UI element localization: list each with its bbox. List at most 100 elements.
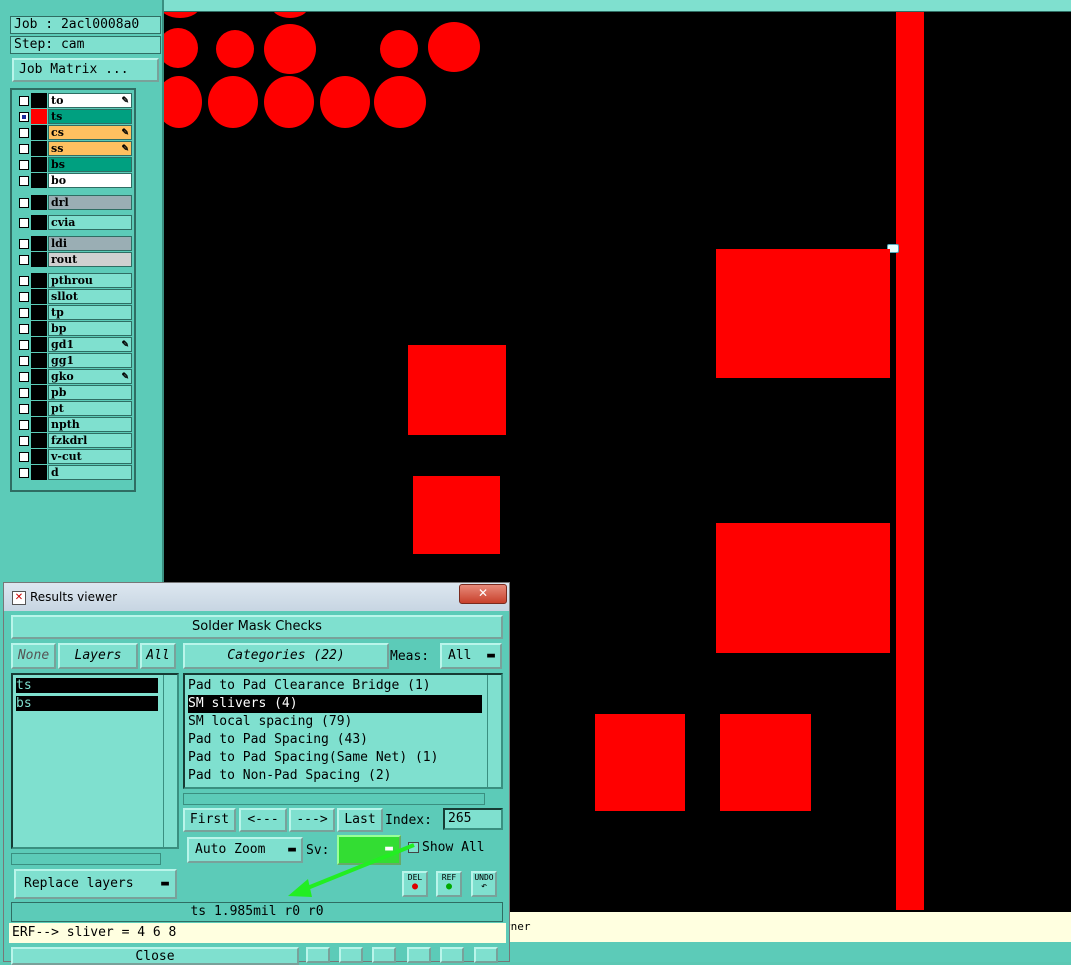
layer-name[interactable]: npth <box>48 417 132 432</box>
layer-name[interactable]: cvia <box>48 215 132 230</box>
layer-checkbox[interactable] <box>19 239 29 249</box>
layer-color-swatch[interactable] <box>31 385 47 400</box>
layer-row-rout[interactable]: rout <box>14 252 132 267</box>
job-matrix-button[interactable]: Job Matrix ... <box>12 58 159 82</box>
layer-row-to[interactable]: to ✎ <box>14 93 132 108</box>
layer-name[interactable]: ss ✎ <box>48 141 132 156</box>
layer-row-gko[interactable]: gko ✎ <box>14 369 132 384</box>
layer-name[interactable]: fzkdrl <box>48 433 132 448</box>
last-button[interactable]: Last <box>337 808 383 832</box>
layer-name[interactable]: d <box>48 465 132 480</box>
category-item[interactable]: Pad to Pad Spacing (43) <box>188 731 368 749</box>
layer-color-swatch[interactable] <box>31 273 47 288</box>
layer-row-pt[interactable]: pt <box>14 401 132 416</box>
tool-icon-6[interactable] <box>474 947 498 963</box>
layer-checkbox[interactable] <box>19 404 29 414</box>
layer-checkbox[interactable] <box>19 255 29 265</box>
layer-row-bo[interactable]: bo <box>14 173 132 188</box>
layer-checkbox[interactable] <box>19 128 29 138</box>
result-layer-item[interactable]: bs <box>16 696 158 711</box>
layer-color-swatch[interactable] <box>31 109 47 124</box>
layer-row-drl[interactable]: drl <box>14 195 132 210</box>
layer-row-ts[interactable]: ts <box>14 109 132 124</box>
layer-color-swatch[interactable] <box>31 305 47 320</box>
layer-checkbox[interactable] <box>19 218 29 228</box>
layers-button[interactable]: Layers <box>58 643 138 669</box>
layer-checkbox[interactable] <box>19 340 29 350</box>
layer-row-gg1[interactable]: gg1 <box>14 353 132 368</box>
layer-checkbox[interactable] <box>19 176 29 186</box>
layer-checkbox[interactable] <box>19 468 29 478</box>
layer-name[interactable]: bs <box>48 157 132 172</box>
results-viewer-titlebar[interactable]: ✕ Results viewer ✕ <box>4 583 509 611</box>
tool-icon-5[interactable] <box>440 947 464 963</box>
delete-icon[interactable]: DEL ● <box>402 871 428 897</box>
layer-color-swatch[interactable] <box>31 433 47 448</box>
layer-row-sllot[interactable]: sllot <box>14 289 132 304</box>
layer-name[interactable]: drl <box>48 195 132 210</box>
layer-checkbox[interactable] <box>19 308 29 318</box>
layer-name[interactable]: to ✎ <box>48 93 132 108</box>
tool-icon-2[interactable] <box>339 947 363 963</box>
layer-checkbox[interactable] <box>19 324 29 334</box>
layer-checkbox[interactable] <box>19 452 29 462</box>
layer-name[interactable]: gg1 <box>48 353 132 368</box>
layer-color-swatch[interactable] <box>31 173 47 188</box>
layer-color-swatch[interactable] <box>31 465 47 480</box>
layer-row-ss[interactable]: ss ✎ <box>14 141 132 156</box>
layer-checkbox[interactable] <box>19 372 29 382</box>
layer-name[interactable]: rout <box>48 252 132 267</box>
layer-checkbox[interactable] <box>19 96 29 106</box>
layer-color-swatch[interactable] <box>31 141 47 156</box>
category-item[interactable]: Pad to Non-Pad Spacing (2) <box>188 767 392 785</box>
layer-row-pthrou[interactable]: pthrou <box>14 273 132 288</box>
layer-row-cs[interactable]: cs ✎ <box>14 125 132 140</box>
layer-name[interactable]: ldi <box>48 236 132 251</box>
layer-checkbox[interactable] <box>19 112 29 122</box>
layer-list-scrollbar[interactable] <box>163 675 177 847</box>
layer-row-tp[interactable]: tp <box>14 305 132 320</box>
layer-color-swatch[interactable] <box>31 321 47 336</box>
layer-checkbox[interactable] <box>19 436 29 446</box>
tool-icon-1[interactable] <box>306 947 330 963</box>
layer-color-swatch[interactable] <box>31 401 47 416</box>
first-button[interactable]: First <box>183 808 236 832</box>
layer-color-swatch[interactable] <box>31 289 47 304</box>
tool-icon-3[interactable] <box>372 947 396 963</box>
undo-icon[interactable]: UNDO ↶ <box>471 871 497 897</box>
close-button[interactable]: Close <box>11 947 299 965</box>
prev-button[interactable]: <--- <box>239 808 287 832</box>
layer-row-fzkdrl[interactable]: fzkdrl <box>14 433 132 448</box>
categories-button[interactable]: Categories (22) <box>183 643 389 669</box>
layer-color-swatch[interactable] <box>31 125 47 140</box>
category-item[interactable]: Pad to Pad Clearance Bridge (1) <box>188 677 431 695</box>
layer-name[interactable]: pt <box>48 401 132 416</box>
layer-result-list[interactable]: ts bs <box>11 673 179 849</box>
layer-checkbox[interactable] <box>19 388 29 398</box>
replace-layers-dropdown[interactable]: Replace layers ▬ <box>14 869 177 899</box>
layer-color-swatch[interactable] <box>31 417 47 432</box>
layer-checkbox[interactable] <box>19 356 29 366</box>
none-button[interactable]: None <box>11 643 56 669</box>
layer-color-swatch[interactable] <box>31 252 47 267</box>
layer-color-swatch[interactable] <box>31 353 47 368</box>
layer-row-bp[interactable]: bp <box>14 321 132 336</box>
layer-color-swatch[interactable] <box>31 337 47 352</box>
layer-color-swatch[interactable] <box>31 369 47 384</box>
layer-color-swatch[interactable] <box>31 157 47 172</box>
layer-name[interactable]: tp <box>48 305 132 320</box>
layer-row-pb[interactable]: pb <box>14 385 132 400</box>
layer-checkbox[interactable] <box>19 276 29 286</box>
category-item[interactable]: Pad to Pad Spacing(Same Net) (1) <box>188 749 438 767</box>
layer-name[interactable]: gd1 ✎ <box>48 337 132 352</box>
layer-row-ldi[interactable]: ldi <box>14 236 132 251</box>
category-scrollbar[interactable] <box>487 675 501 787</box>
layer-color-swatch[interactable] <box>31 93 47 108</box>
layer-color-swatch[interactable] <box>31 449 47 464</box>
tool-icon-4[interactable] <box>407 947 431 963</box>
layer-name[interactable]: sllot <box>48 289 132 304</box>
category-list[interactable]: Pad to Pad Clearance Bridge (1) SM slive… <box>183 673 503 789</box>
layer-name[interactable]: pthrou <box>48 273 132 288</box>
layer-name[interactable]: cs ✎ <box>48 125 132 140</box>
layer-color-swatch[interactable] <box>31 236 47 251</box>
